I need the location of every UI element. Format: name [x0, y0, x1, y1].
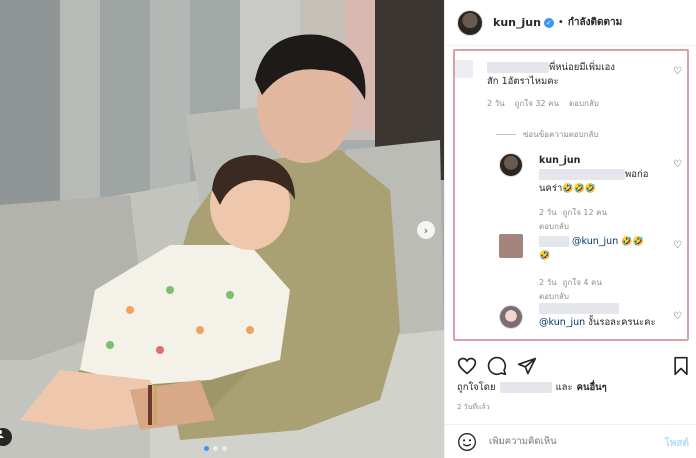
comment-1-time: 2 วัน: [487, 99, 505, 108]
blurred-username: [487, 62, 549, 73]
avatar[interactable]: [457, 9, 483, 36]
reply-1-text-line2: นคร่า: [539, 183, 563, 194]
comment-composer: โพสต์: [445, 424, 696, 458]
reply-1-username[interactable]: kun_jun: [539, 155, 580, 166]
like-comment-heart-icon[interactable]: ♡: [673, 240, 682, 251]
smiley-icon[interactable]: [457, 432, 477, 452]
comment-1-meta: 2 วัน ถูกใจ 32 คน ตอบกลับ: [487, 97, 599, 110]
reply-2-meta: 2 วัน ถูกใจ 4 คน ตอบกลับ: [539, 276, 619, 303]
comment-icon[interactable]: [487, 356, 507, 376]
header-separator: •: [557, 17, 564, 28]
post-side-panel: kun_jun ✓ • กำลังติดตาม พี่หน่อยมีเพิ่มเ…: [444, 0, 696, 458]
likes-prefix: ถูกใจโดย: [457, 382, 496, 393]
post-actions: [457, 356, 691, 376]
bookmark-icon[interactable]: [671, 356, 691, 376]
comment-input[interactable]: [489, 436, 649, 447]
carousel-dot-active: [204, 446, 209, 451]
carousel-dot: [222, 446, 227, 451]
post-comment-button[interactable]: โพสต์: [664, 436, 689, 451]
comment-1-reply[interactable]: ตอบกลับ: [569, 97, 599, 110]
commenter-avatar-blurred[interactable]: [499, 234, 523, 258]
reply-3-mention[interactable]: @kun_jun: [539, 317, 585, 328]
comment-1: พี่หน่อยมีเพิ่มเอง สัก 1อัตราไหมคะ: [487, 61, 677, 89]
like-comment-heart-icon[interactable]: ♡: [673, 66, 682, 77]
reply-1-time: 2 วัน: [539, 208, 557, 217]
avatar[interactable]: [499, 153, 523, 177]
like-comment-heart-icon[interactable]: ♡: [673, 311, 682, 322]
comment-1-likes[interactable]: ถูกใจ 32 คน: [515, 97, 559, 110]
likes-middle: และ: [555, 382, 573, 393]
verified-badge-icon: ✓: [543, 17, 554, 28]
reply-1: kun_jun พอก่อ นคร่า🤣🤣🤣: [539, 154, 679, 196]
post-header: kun_jun ✓ • กำลังติดตาม: [445, 0, 696, 46]
carousel-dots: [204, 446, 227, 451]
blurred-username[interactable]: [499, 382, 552, 393]
blurred-username: [539, 303, 619, 314]
reply-1-text-end: พอก่อ: [625, 169, 649, 180]
post-photo[interactable]: ›: [0, 0, 444, 458]
reply-1-reply[interactable]: ตอบกลับ: [539, 220, 569, 233]
following-button[interactable]: กำลังติดตาม: [568, 15, 622, 30]
share-icon[interactable]: [517, 356, 537, 376]
reply-1-meta: 2 วัน ถูกใจ 12 คน ตอบกลับ: [539, 206, 609, 233]
instagram-post-view: › kun_jun ✓ • กำลังติดตาม พี่หน่อยมีเพิ่…: [0, 0, 696, 458]
blurred-text: [539, 169, 625, 180]
reply-1-emoji: 🤣🤣🤣: [562, 184, 596, 194]
likes-others-link[interactable]: คนอื่นๆ: [577, 380, 607, 395]
likes-summary: ถูกใจโดย และ คนอื่นๆ: [457, 380, 607, 395]
reply-3: @kun_jun งั้นรอละครนะคะ: [539, 302, 679, 330]
photo-illustration: [0, 0, 444, 458]
commenter-avatar-blurred[interactable]: [455, 60, 473, 78]
like-comment-heart-icon[interactable]: ♡: [673, 159, 682, 170]
reply-3-text: งั้นรอละครนะคะ: [588, 317, 656, 328]
reply-2: @kun_jun 🤣🤣 🤣: [539, 235, 679, 263]
avatar[interactable]: [499, 305, 523, 329]
post-timestamp: 2 วันที่แล้ว: [457, 403, 490, 411]
blurred-username: [539, 236, 569, 247]
heart-icon[interactable]: [457, 356, 477, 376]
hide-replies-toggle[interactable]: ซ่อนข้อความตอบกลับ: [496, 128, 599, 141]
reply-2-time: 2 วัน: [539, 278, 557, 287]
hide-replies-label: ซ่อนข้อความตอบกลับ: [523, 130, 599, 139]
carousel-dot: [213, 446, 218, 451]
divider-line: [496, 134, 516, 135]
comment-1-text-line2: สัก 1อัตราไหมคะ: [487, 76, 559, 87]
reply-2-emoji-line2: 🤣: [539, 251, 551, 261]
reply-2-mention[interactable]: @kun_jun: [572, 236, 618, 247]
header-username[interactable]: kun_jun: [493, 16, 541, 29]
reply-2-emoji-line1: 🤣🤣: [621, 237, 644, 247]
reply-1-likes[interactable]: ถูกใจ 12 คน: [563, 206, 607, 219]
reply-2-likes[interactable]: ถูกใจ 4 คน: [563, 276, 602, 289]
comment-1-text-line1: พี่หน่อยมีเพิ่มเอง: [549, 62, 615, 73]
carousel-next-button[interactable]: ›: [417, 221, 435, 239]
